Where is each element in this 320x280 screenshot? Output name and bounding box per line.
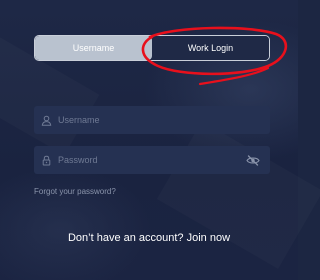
username-field[interactable] [34, 106, 270, 134]
password-field[interactable] [34, 146, 270, 174]
username-input[interactable] [58, 106, 270, 134]
join-now-link[interactable]: Don’t have an account? Join now [0, 232, 298, 244]
forgot-password-link[interactable]: Forgot your password? [34, 187, 116, 196]
eye-slash-icon[interactable] [246, 154, 260, 166]
lock-icon [40, 154, 52, 166]
tab-work-login[interactable]: Work Login [152, 36, 269, 60]
password-input[interactable] [58, 146, 246, 174]
tab-username[interactable]: Username [35, 36, 152, 60]
user-icon [40, 114, 52, 126]
login-type-toggle: Username Work Login [34, 35, 270, 61]
background-shape [157, 121, 320, 269]
